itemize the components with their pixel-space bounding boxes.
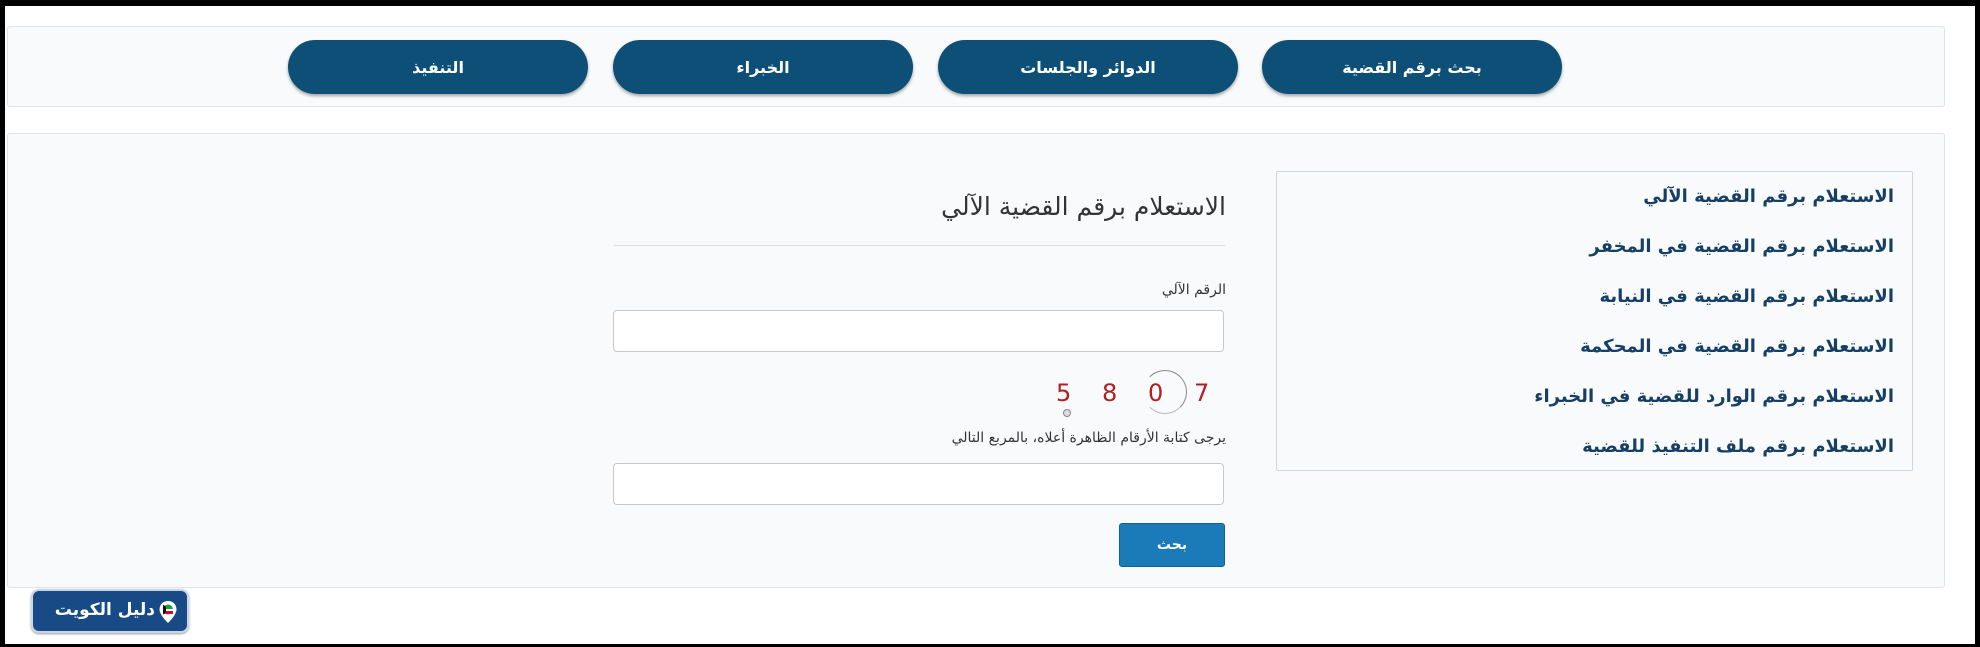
tab-circuits-and-sessions[interactable]: الدوائر والجلسات <box>938 40 1238 94</box>
tab-label: التنفيذ <box>412 57 464 77</box>
main-panel: الاستعلام برقم القضية الآلي الاستعلام بر… <box>7 133 1945 588</box>
captcha-noise-dot <box>1063 409 1071 417</box>
captcha-hint: يرجى كتابة الأرقام الظاهرة أعلاه، بالمرب… <box>951 430 1226 446</box>
tab-label: بحث برقم القضية <box>1342 57 1482 77</box>
captcha-input[interactable] <box>613 463 1224 505</box>
inquiry-type-list: الاستعلام برقم القضية الآلي الاستعلام بر… <box>1276 171 1913 471</box>
case-number-label: الرقم الآلي <box>1161 282 1226 298</box>
tab-experts[interactable]: الخبراء <box>613 40 913 94</box>
top-navigation-bar: بحث برقم القضية الدوائر والجلسات الخبراء… <box>7 26 1945 107</box>
site-logo-badge: دليل الكويت <box>31 589 189 633</box>
captcha-digit: 7 <box>1194 379 1210 407</box>
page-title: الاستعلام برقم القضية الآلي <box>941 192 1226 221</box>
tab-label: الدوائر والجلسات <box>1020 57 1156 77</box>
sidebar-item-automatic-case-number[interactable]: الاستعلام برقم القضية الآلي <box>1643 186 1894 216</box>
sidebar-item-execution-file[interactable]: الاستعلام برقم ملف التنفيذ للقضية <box>1582 436 1894 466</box>
captcha-digit: 5 <box>1056 379 1072 407</box>
sidebar-item-court[interactable]: الاستعلام برقم القضية في المحكمة <box>1580 336 1894 366</box>
tab-search-by-case-number[interactable]: بحث برقم القضية <box>1262 40 1562 94</box>
sidebar-item-prosecution[interactable]: الاستعلام برقم القضية في النيابة <box>1599 286 1894 316</box>
title-divider <box>614 245 1225 246</box>
search-button-label: بحث <box>1156 537 1188 553</box>
search-button[interactable]: بحث <box>1119 523 1225 567</box>
location-pin-icon <box>158 600 178 624</box>
sidebar-item-experts-incoming[interactable]: الاستعلام برقم الوارد للقضية في الخبراء <box>1534 386 1894 416</box>
site-logo-text: دليل الكويت <box>54 600 155 620</box>
captcha-noise-arc <box>1143 370 1187 414</box>
tab-execution[interactable]: التنفيذ <box>288 40 588 94</box>
sidebar-item-police-station[interactable]: الاستعلام برقم القضية في المخفر <box>1589 236 1894 266</box>
tab-label: الخبراء <box>736 57 790 77</box>
case-number-input[interactable] <box>613 310 1224 352</box>
captcha-digit: 8 <box>1102 379 1118 407</box>
